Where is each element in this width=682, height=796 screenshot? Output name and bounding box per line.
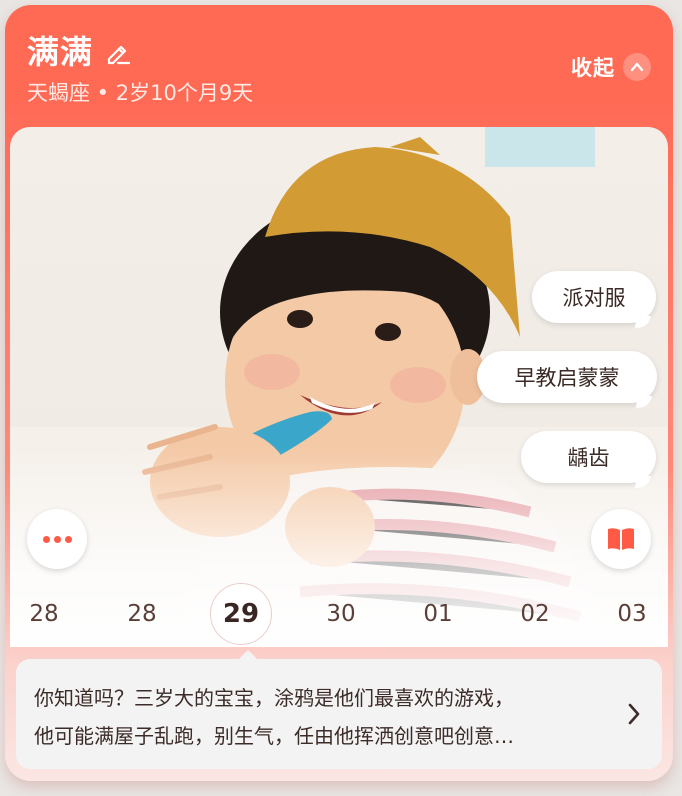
chevron-up-icon xyxy=(623,53,651,81)
chevron-right-icon[interactable] xyxy=(624,701,644,727)
baby-profile-card: 满满 天蝎座 • 2岁10个月9天 收起 派对服 早教启蒙蒙 龋齿 28 28 … xyxy=(5,5,673,781)
date-item[interactable]: 28 xyxy=(112,601,172,627)
baby-name: 满满 xyxy=(27,33,94,71)
tag-bubble-2[interactable]: 早教启蒙蒙 xyxy=(477,351,657,403)
name-row: 满满 xyxy=(27,27,133,73)
edit-icon[interactable] xyxy=(103,37,133,67)
date-item[interactable]: 30 xyxy=(311,601,371,627)
date-item[interactable]: 01 xyxy=(408,601,468,627)
tag-bubble-3[interactable]: 龋齿 xyxy=(521,431,656,483)
tip-line-1: 你知道吗？三岁大的宝宝，涂鸦是他们最喜欢的游戏， xyxy=(34,686,514,710)
date-item-selected[interactable]: 29 xyxy=(210,583,272,645)
date-item[interactable]: 03 xyxy=(602,601,662,627)
birth-info: 天蝎座 • 2岁10个月9天 xyxy=(27,81,254,105)
date-strip: 28 28 29 30 01 02 03 xyxy=(5,583,673,653)
tip-line-2: 他可能满屋子乱跑，别生气，任由他挥洒创意吧创意… xyxy=(34,724,514,748)
more-button[interactable] xyxy=(27,509,87,569)
date-item[interactable]: 28 xyxy=(14,601,74,627)
book-icon xyxy=(608,528,634,550)
tip-pointer xyxy=(238,650,258,660)
tip-card[interactable]: 你知道吗？三岁大的宝宝，涂鸦是他们最喜欢的游戏， 他可能满屋子乱跑，别生气，任由… xyxy=(16,650,662,769)
collapse-label: 收起 xyxy=(571,56,615,80)
tag-bubble-1[interactable]: 派对服 xyxy=(532,271,656,323)
book-button[interactable] xyxy=(591,509,651,569)
more-dots-icon xyxy=(42,535,72,543)
date-item[interactable]: 02 xyxy=(505,601,565,627)
tip-text: 你知道吗？三岁大的宝宝，涂鸦是他们最喜欢的游戏， 他可能满屋子乱跑，别生气，任由… xyxy=(34,679,606,755)
collapse-button[interactable]: 收起 xyxy=(571,52,651,82)
profile-header: 满满 天蝎座 • 2岁10个月9天 收起 xyxy=(5,5,673,127)
